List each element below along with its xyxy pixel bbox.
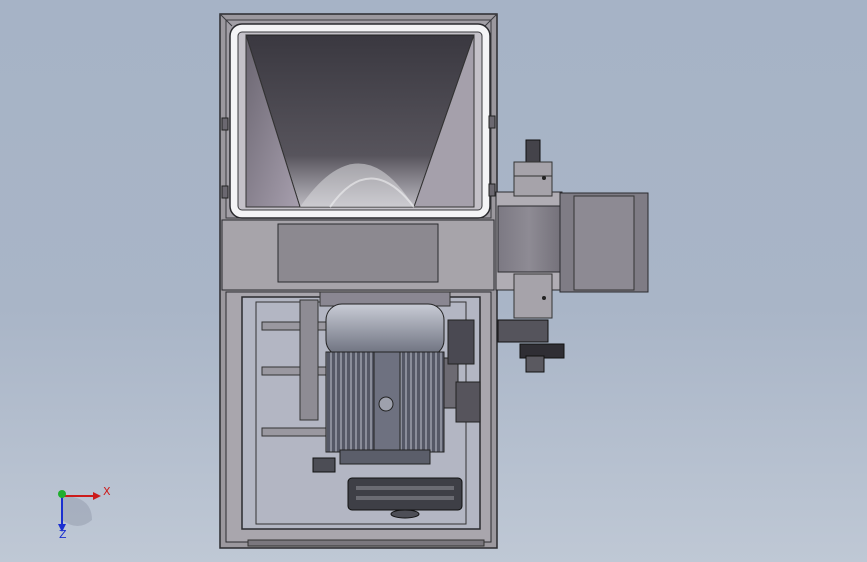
cad-viewport[interactable]: X Z — [0, 0, 867, 562]
hopper-icon — [229, 23, 491, 219]
triad-z-label: Z — [59, 528, 67, 541]
coordinate-triad-icon — [58, 490, 101, 532]
control-panel — [221, 219, 495, 291]
gearbox-icon — [495, 139, 649, 373]
triad-x-label: X — [103, 485, 111, 498]
machine-model-view[interactable] — [0, 0, 867, 562]
